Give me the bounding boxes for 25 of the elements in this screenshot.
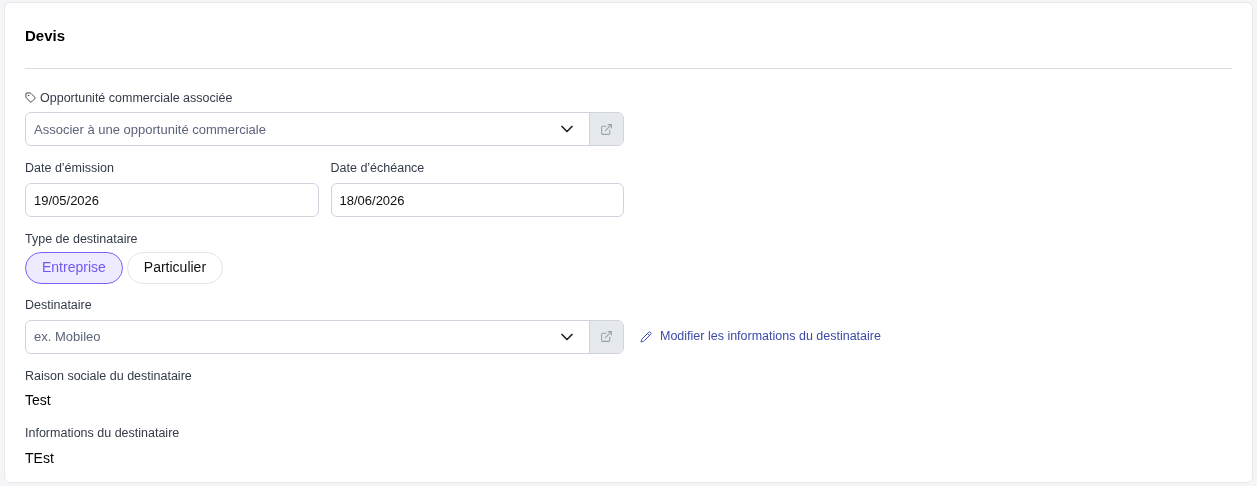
- open-link-button[interactable]: [589, 320, 623, 353]
- card-title: Devis: [25, 26, 67, 46]
- field-label: Opportunité commerciale associée: [40, 89, 233, 107]
- field-label: Destinataire: [25, 296, 93, 314]
- field-label: Raison sociale du destinataire: [25, 367, 193, 385]
- external-link-icon: [600, 330, 613, 343]
- field-value: Test: [25, 391, 52, 411]
- field-label: Date d’émission: [25, 160, 115, 178]
- type-toggle-button[interactable]: Particulier: [126, 251, 224, 284]
- select-placeholder: Associer à une opportunité commerciale: [34, 120, 266, 139]
- opportunity-select[interactable]: Associer à une opportunité commerciale: [25, 112, 624, 147]
- pencil-icon: [640, 330, 652, 343]
- date-field[interactable]: 19/05/2026: [25, 183, 319, 217]
- field-label: Informations du destinataire: [25, 425, 181, 443]
- recipient-select[interactable]: ex. Mobileo: [25, 319, 624, 354]
- external-link-icon: [600, 122, 613, 136]
- field-label: Date d’échéance: [330, 160, 426, 178]
- type-toggle-button[interactable]: Entreprise: [25, 251, 123, 284]
- field-value: TEst: [25, 449, 55, 468]
- edit-recipient-link[interactable]: Modifier les informations du destinataire: [640, 327, 881, 346]
- field-label: Type de destinataire: [25, 231, 139, 248]
- tag-icon: [25, 92, 36, 104]
- date-field[interactable]: 18/06/2026: [330, 183, 624, 217]
- open-link-button[interactable]: [589, 113, 623, 146]
- select-placeholder: ex. Mobileo: [34, 327, 101, 346]
